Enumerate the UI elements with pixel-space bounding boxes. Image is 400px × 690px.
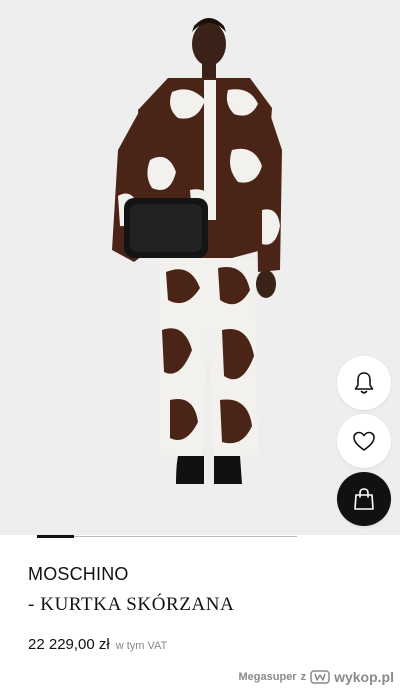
- product-name: - KURTKA SKÓRZANA: [28, 594, 235, 615]
- price-row: 22 229,00 zł w tym VAT: [28, 636, 167, 653]
- gallery-progress-indicator: [0, 535, 400, 539]
- add-to-cart-button[interactable]: [337, 472, 391, 526]
- notify-button[interactable]: [337, 356, 391, 410]
- gallery-progress-track: [37, 536, 297, 537]
- watermark-z: z: [300, 671, 307, 683]
- vat-note: w tym VAT: [115, 640, 168, 652]
- shopping-bag-icon: [354, 488, 374, 510]
- wishlist-button[interactable]: [337, 414, 391, 468]
- wykop-logo-icon: [310, 670, 330, 684]
- watermark-user: Megasuper: [238, 671, 297, 683]
- heart-icon: [353, 431, 375, 451]
- product-price: 22 229,00 zł: [28, 636, 110, 653]
- watermark-site: wykop.pl: [334, 669, 394, 685]
- bell-icon: [354, 372, 374, 394]
- product-brand[interactable]: MOSCHINO: [28, 564, 129, 585]
- gallery-progress-thumb: [37, 535, 75, 538]
- watermark: Megasuper z wykop.pl: [239, 669, 394, 685]
